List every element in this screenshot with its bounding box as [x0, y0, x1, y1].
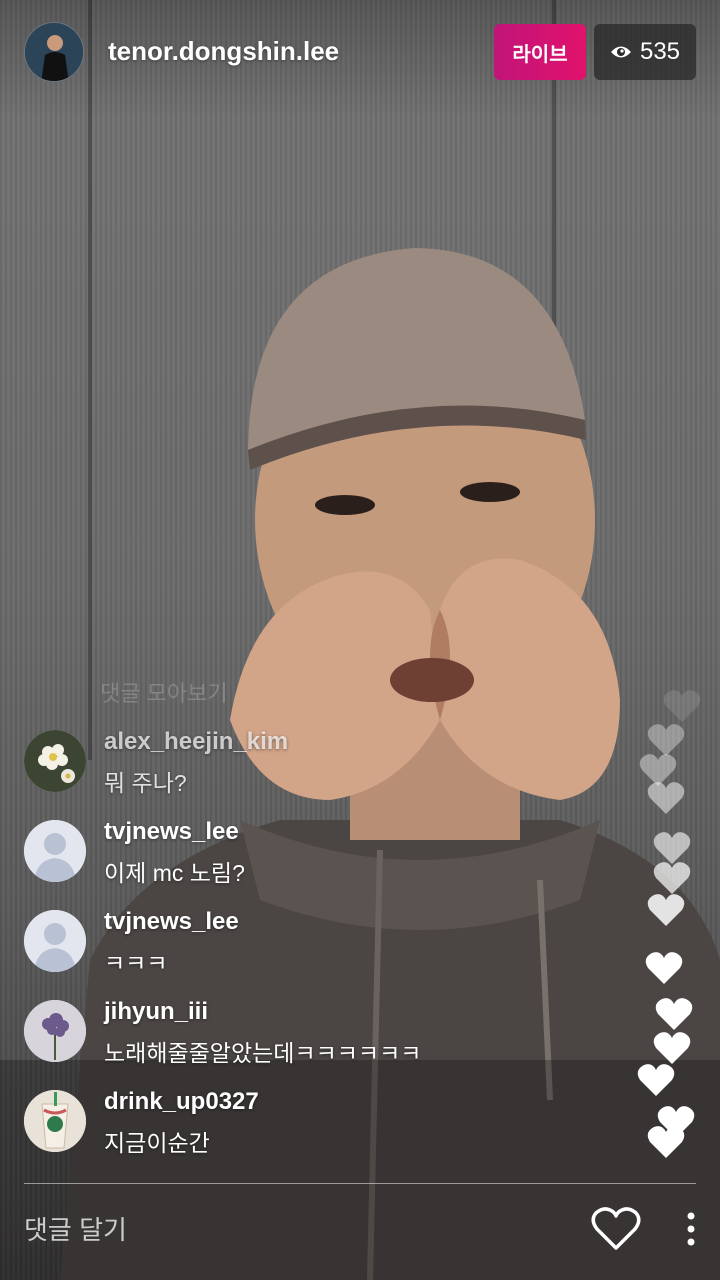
host-avatar[interactable] [24, 22, 84, 82]
comment-list: alex_heejin_kim 뭐 주나? tvjnews_lee 이제 mc … [24, 728, 584, 1178]
comment-text: 지금이순간 [104, 1130, 210, 1156]
comment-text: ㅋㅋㅋ [104, 950, 168, 976]
heart-outline-icon[interactable] [590, 1206, 642, 1252]
heart-icon [647, 782, 685, 814]
commenter-username[interactable]: tvjnews_lee [104, 818, 239, 846]
comment-item[interactable]: alex_heejin_kim 뭐 주나? [24, 728, 584, 818]
commenter-avatar[interactable] [24, 910, 86, 972]
eye-icon [610, 46, 631, 58]
heart-icon [655, 998, 693, 1030]
comment-text: 노래해줄줄알았는데ㅋㅋㅋㅋㅋㅋ [104, 1040, 422, 1066]
heart-icon [663, 690, 701, 722]
commenter-username[interactable]: jihyun_iii [104, 998, 208, 1026]
comment-input[interactable]: 댓글 달기 [24, 1210, 127, 1247]
commenter-username[interactable]: tvjnews_lee [104, 908, 239, 936]
comment-item[interactable]: jihyun_iii 노래해줄줄알았는데ㅋㅋㅋㅋㅋㅋ [24, 998, 584, 1088]
comment-item[interactable]: tvjnews_lee ㅋㅋㅋ [24, 908, 584, 998]
lilac-avatar-image [24, 1000, 86, 1062]
commenter-avatar[interactable] [24, 1090, 86, 1152]
heart-icon [647, 1126, 685, 1158]
commenter-avatar[interactable] [24, 730, 86, 792]
drink-avatar-image [24, 1090, 86, 1152]
faded-comment-text: 댓글 모아보기 [100, 681, 228, 706]
heart-icon [645, 952, 683, 984]
viewer-count: 535 [639, 38, 681, 65]
viewer-count-badge[interactable]: 535 [594, 24, 696, 80]
default-person-icon [24, 820, 86, 882]
comment-text: 뭐 주나? [104, 770, 187, 796]
flower-avatar-image [24, 730, 86, 792]
heart-icon [637, 1064, 675, 1096]
bottom-divider [24, 1183, 696, 1184]
live-badge: 라이브 [494, 24, 586, 80]
commenter-avatar[interactable] [24, 820, 86, 882]
default-person-icon [24, 910, 86, 972]
heart-icon [653, 1032, 691, 1064]
comment-item[interactable]: drink_up0327 지금이순간 [24, 1088, 584, 1178]
comment-text: 이제 mc 노림? [104, 860, 245, 886]
commenter-username[interactable]: drink_up0327 [104, 1088, 259, 1116]
heart-icon [653, 862, 691, 894]
commenter-avatar[interactable] [24, 1000, 86, 1062]
comment-item[interactable]: tvjnews_lee 이제 mc 노림? [24, 818, 584, 908]
more-vertical-icon[interactable] [680, 1210, 702, 1250]
heart-icon [647, 894, 685, 926]
host-avatar-image [25, 23, 83, 81]
host-username[interactable]: tenor.dongshin.lee [108, 36, 339, 67]
commenter-username[interactable]: alex_heejin_kim [104, 728, 288, 756]
